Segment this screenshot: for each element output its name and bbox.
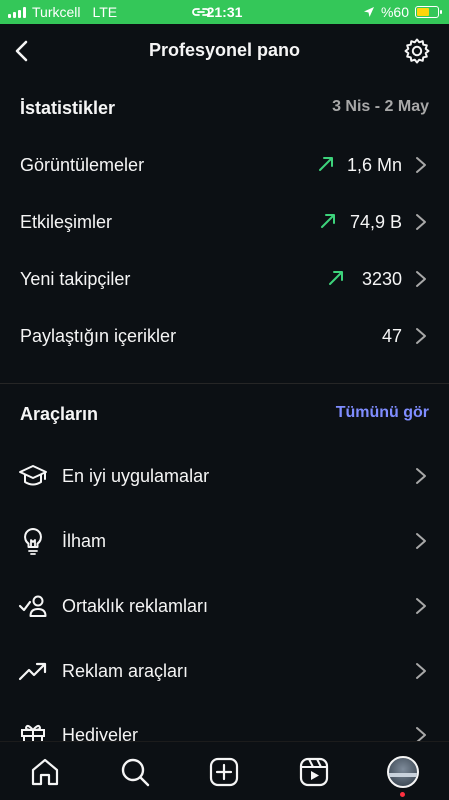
section-divider [0,383,449,384]
battery-icon [415,6,442,18]
stat-row-views[interactable]: Görüntülemeler 1,6 Mn [0,155,449,212]
tools-title: Araçların [20,404,99,424]
stat-label: Paylaştığın içerikler [20,326,177,346]
stat-label: Yeni takipçiler [20,269,131,289]
notification-dot [400,792,405,797]
chevron-right-icon [416,157,426,173]
date-range: 3 Nis - 2 May [332,98,429,115]
tool-label: Reklam araçları [62,661,189,681]
chevron-right-icon [416,328,426,344]
status-time: 21:31 [206,4,243,20]
reels-icon[interactable] [298,756,330,788]
tool-label: Hediyeler [62,725,139,741]
location-icon [363,7,374,17]
stat-value: 1,6 Mn [346,155,402,175]
see-all-link[interactable]: Tümünü gör [336,404,429,422]
stat-value: 74,9 B [349,212,402,232]
status-bar: Turkcell LTE 21:31 %60 [0,0,449,24]
partnership-icon [18,595,47,617]
tool-label: En iyi uygulamalar [62,466,210,486]
stat-label: Görüntülemeler [20,155,145,175]
tool-label: İlham [62,531,107,551]
stat-value: 3230 [361,269,402,289]
chevron-right-icon [416,598,426,614]
chevron-right-icon [416,271,426,287]
tool-row-best-practices[interactable]: En iyi uygulamalar [0,461,449,521]
tool-row-gifts[interactable]: Hediyeler [0,720,449,741]
chevron-right-icon [416,727,426,741]
tool-label: Ortaklık reklamları [62,596,209,616]
tool-row-inspiration[interactable]: İlham [0,526,449,586]
lightbulb-icon [24,528,42,555]
gift-icon [21,724,45,741]
home-icon[interactable] [29,756,61,788]
trend-up-icon [319,157,333,171]
trending-up-icon [18,662,47,681]
create-post-icon[interactable] [208,756,240,788]
chevron-right-icon [416,468,426,484]
trend-up-icon [329,271,343,285]
tool-row-partnership-ads[interactable]: Ortaklık reklamları [0,591,449,651]
battery-percent: %60 [380,4,409,20]
page-header: Profesyonel pano [0,24,449,78]
stat-value: 47 [381,326,402,346]
profile-avatar[interactable] [387,756,419,788]
stat-label: Etkileşimler [20,212,113,232]
search-icon[interactable] [119,756,151,788]
stat-row-new-followers[interactable]: Yeni takipçiler 3230 [0,269,449,326]
tool-row-ad-tools[interactable]: Reklam araçları [0,656,449,716]
graduation-cap-icon [19,465,47,486]
gear-icon[interactable] [403,37,431,65]
page-title: Profesyonel pano [148,40,301,60]
chevron-right-icon [416,214,426,230]
status-right: %60 [363,4,442,20]
chevron-right-icon [416,663,426,679]
trend-up-icon [321,214,335,228]
stat-row-shared-content[interactable]: Paylaştığın içerikler 47 [0,326,449,383]
stats-title: İstatistikler [20,98,116,118]
stat-row-interactions[interactable]: Etkileşimler 74,9 B [0,212,449,269]
bottom-nav [0,741,449,800]
chevron-right-icon [416,533,426,549]
